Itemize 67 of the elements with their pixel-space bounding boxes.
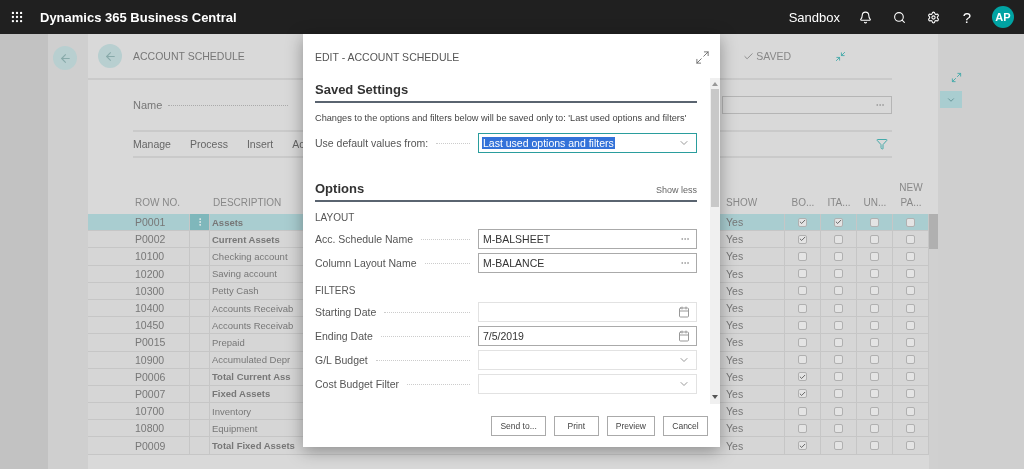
table-cell-text: Yes — [725, 250, 744, 263]
section-note: Changes to the options and filters below will be saved only to: 'Last used options and filters' — [315, 113, 688, 123]
environment-name: Sandbox — [788, 9, 840, 25]
table-cell-text: Prepaid — [211, 336, 245, 348]
field-label: Cost Budget Filter — [315, 378, 400, 390]
group-caption: FILTERS — [315, 285, 357, 296]
column-header: UN... — [863, 196, 887, 210]
table-cell-text: P0002 — [134, 233, 166, 246]
table-cell-text: Accumulated Depr — [211, 354, 291, 366]
field-label: Starting Date — [315, 306, 377, 318]
column-header: BO... — [791, 196, 815, 210]
group-caption: LAYOUT — [315, 212, 356, 223]
field-label: Acc. Schedule Name — [315, 233, 414, 245]
table-cell-text: Yes — [725, 267, 744, 280]
field-label: Use default values from: — [315, 137, 429, 149]
table-cell-text: P0007 — [134, 387, 166, 400]
table-cell-text: Yes — [725, 216, 744, 229]
table-cell-text: 10300 — [134, 284, 165, 297]
table-cell-text: Yes — [725, 233, 744, 246]
table-cell-text: P0015 — [134, 336, 166, 349]
table-cell-text: Saving account — [211, 268, 277, 280]
table-cell-text: Inventory — [211, 405, 252, 417]
table-cell-text: P0001 — [134, 216, 166, 229]
table-cell-text: Yes — [725, 284, 744, 297]
saved-status: SAVED — [756, 50, 791, 62]
table-cell-text: Yes — [725, 439, 744, 452]
column-header: ROW NO. — [134, 196, 180, 210]
table-cell-text: 10450 — [134, 319, 165, 332]
table-cell-text: P0009 — [134, 439, 166, 452]
section-heading: Options — [315, 181, 365, 196]
table-cell-text: 10200 — [134, 267, 165, 280]
column-header: SHOW — [725, 196, 758, 210]
table-cell-text: Yes — [725, 387, 744, 400]
table-cell-text: Yes — [725, 302, 744, 315]
table-cell-text: Yes — [725, 370, 744, 383]
table-cell-text: Accounts Receivab — [211, 319, 294, 331]
table-cell-text: Total Fixed Assets — [211, 440, 295, 452]
table-cell-text: Checking account — [211, 250, 288, 262]
field-label: Ending Date — [315, 330, 373, 342]
table-cell-text: 10700 — [134, 405, 165, 418]
table-cell-text: Current Assets — [211, 233, 280, 245]
table-cell-text: Yes — [725, 353, 744, 366]
field-label: G/L Budget — [315, 354, 368, 366]
table-cell-text: Accounts Receivab — [211, 302, 294, 314]
app-title: Dynamics 365 Business Central — [40, 9, 237, 25]
table-cell-text: Total Current Ass — [211, 371, 291, 383]
table-cell-text: Yes — [725, 405, 744, 418]
dialog-title: EDIT - ACCOUNT SCHEDULE — [315, 51, 460, 63]
field-label: Column Layout Name — [315, 257, 417, 269]
table-cell-text: Fixed Assets — [211, 388, 271, 400]
table-cell-text: Assets — [211, 216, 244, 228]
field-label: Name — [133, 99, 163, 111]
table-cell-text: P0006 — [134, 370, 166, 383]
table-cell-text: Yes — [725, 422, 744, 435]
table-cell-text: Equipment — [211, 422, 258, 434]
table-cell-text: 10800 — [134, 422, 165, 435]
table-cell-text: Yes — [725, 319, 744, 332]
column-header: NEW PA... — [898, 181, 924, 210]
section-heading: Saved Settings — [315, 82, 409, 97]
table-cell-text: 10100 — [134, 250, 165, 263]
table-cell-text: 10400 — [134, 302, 165, 315]
column-header: ITA... — [827, 196, 851, 210]
table-cell-text: Petty Cash — [211, 285, 259, 297]
table-cell-text: Yes — [725, 336, 744, 349]
page-title: ACCOUNT SCHEDULE — [133, 50, 245, 62]
table-cell-text: 10900 — [134, 353, 165, 366]
column-header: DESCRIPTION — [212, 196, 282, 210]
